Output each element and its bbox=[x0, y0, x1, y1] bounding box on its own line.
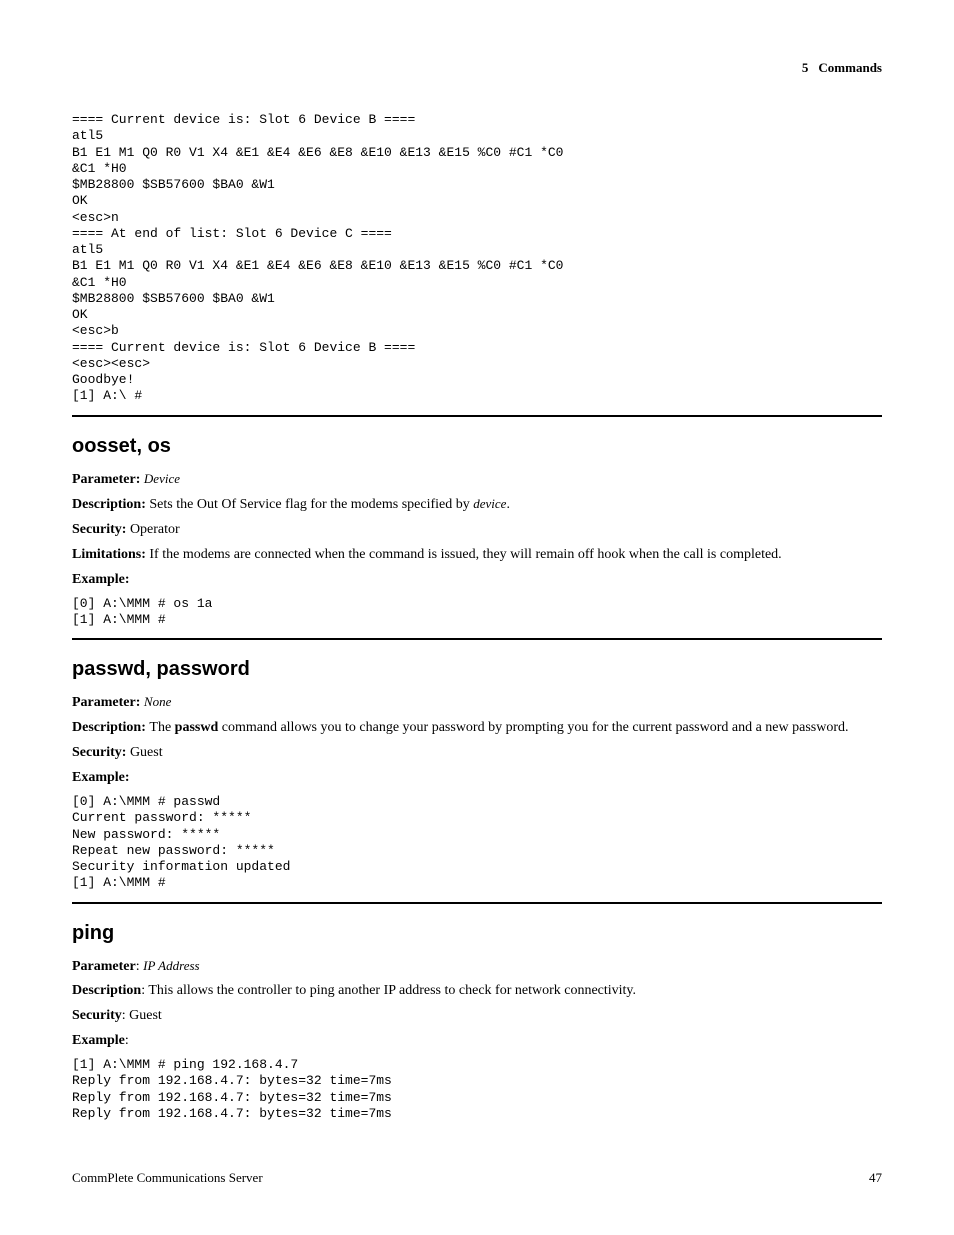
param-label: Parameter bbox=[72, 959, 136, 974]
desc-post: command allows you to change your passwo… bbox=[218, 720, 848, 735]
passwd-security: Security: Guest bbox=[72, 744, 882, 763]
ex-label: Example: bbox=[72, 572, 130, 587]
passwd-description: Description: The passwd command allows y… bbox=[72, 719, 882, 738]
param-value: Device bbox=[144, 471, 180, 486]
passwd-example-label: Example: bbox=[72, 769, 882, 788]
ex-label: Example: bbox=[72, 770, 130, 785]
param-label: Parameter: bbox=[72, 695, 144, 710]
desc-label: Description: bbox=[72, 497, 149, 512]
lim-value: If the modems are connected when the com… bbox=[149, 547, 781, 562]
sec-value: Guest bbox=[129, 1008, 162, 1023]
param-value: None bbox=[144, 694, 171, 709]
param-value: IP Address bbox=[143, 958, 199, 973]
ex-label: Example bbox=[72, 1033, 125, 1048]
ping-security: Security: Guest bbox=[72, 1007, 882, 1026]
divider bbox=[72, 638, 882, 640]
param-label: Parameter: bbox=[72, 472, 144, 487]
sec-value: Operator bbox=[130, 522, 180, 537]
ping-description: Description: This allows the controller … bbox=[72, 982, 882, 1001]
oosset-limitations: Limitations: If the modems are connected… bbox=[72, 546, 882, 565]
header-section-title: Commands bbox=[818, 60, 882, 75]
running-header: 5 Commands bbox=[72, 60, 882, 76]
section-title-ping: ping bbox=[72, 922, 882, 945]
section-title-passwd: passwd, password bbox=[72, 658, 882, 681]
ping-example-code: [1] A:\MMM # ping 192.168.4.7 Reply from… bbox=[72, 1057, 882, 1122]
sec-label: Security bbox=[72, 1008, 122, 1023]
passwd-example-code: [0] A:\MMM # passwd Current password: **… bbox=[72, 794, 882, 892]
header-section-number: 5 bbox=[802, 60, 809, 75]
sec-label: Security: bbox=[72, 522, 130, 537]
desc-ital: device bbox=[473, 496, 506, 511]
lim-label: Limitations: bbox=[72, 547, 149, 562]
page-footer: CommPlete Communications Server 47 bbox=[72, 1170, 882, 1186]
page: 5 Commands ==== Current device is: Slot 6… bbox=[0, 0, 954, 1226]
oosset-description: Description: Sets the Out Of Service fla… bbox=[72, 495, 882, 515]
oosset-example-code: [0] A:\MMM # os 1a [1] A:\MMM # bbox=[72, 596, 882, 629]
oosset-example-label: Example: bbox=[72, 571, 882, 590]
desc-label: Description: bbox=[72, 720, 149, 735]
desc-end: . bbox=[506, 497, 510, 512]
desc-text-pre: Sets the Out Of Service flag for the mod… bbox=[149, 497, 473, 512]
ex-colon: : bbox=[125, 1033, 129, 1048]
section-title-oosset: oosset, os bbox=[72, 435, 882, 458]
desc-pre: The bbox=[149, 720, 174, 735]
oosset-security: Security: Operator bbox=[72, 521, 882, 540]
divider bbox=[72, 902, 882, 904]
footer-page-number: 47 bbox=[869, 1170, 882, 1186]
desc-bold: passwd bbox=[175, 720, 219, 735]
passwd-parameter: Parameter: None bbox=[72, 693, 882, 713]
ping-parameter: Parameter: IP Address bbox=[72, 957, 882, 977]
desc-value: This allows the controller to ping anoth… bbox=[148, 983, 636, 998]
desc-label: Description bbox=[72, 983, 141, 998]
sec-value: Guest bbox=[130, 745, 163, 760]
oosset-parameter: Parameter: Device bbox=[72, 470, 882, 490]
divider bbox=[72, 415, 882, 417]
footer-left: CommPlete Communications Server bbox=[72, 1170, 263, 1186]
sec-label: Security: bbox=[72, 745, 130, 760]
ping-example-label: Example: bbox=[72, 1032, 882, 1051]
intro-code-block: ==== Current device is: Slot 6 Device B … bbox=[72, 112, 882, 405]
intro-code: ==== Current device is: Slot 6 Device B … bbox=[72, 112, 882, 405]
